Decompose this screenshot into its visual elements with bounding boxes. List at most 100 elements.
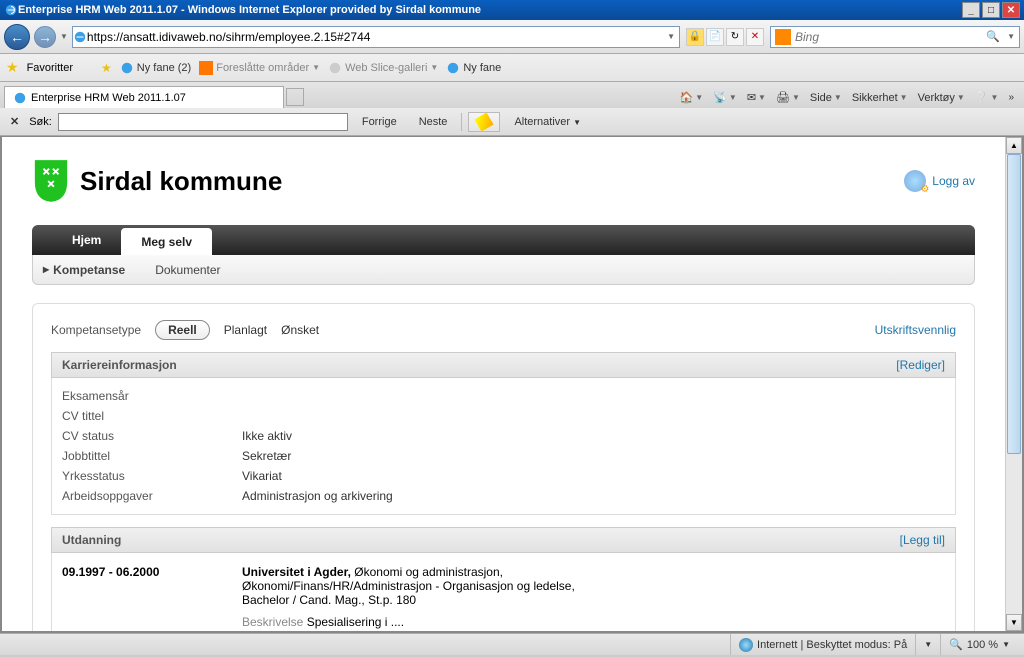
search-dropdown-icon[interactable]: ▼ <box>1003 32 1019 41</box>
content-panel: Kompetansetype Reell Planlagt Ønsket Uts… <box>32 303 975 631</box>
exam-year-value <box>242 389 945 403</box>
favorites-star-icon[interactable]: ★ <box>6 59 19 76</box>
fav-item-webslice[interactable]: Web Slice-galleri ▼ <box>328 61 438 75</box>
scroll-up-icon[interactable]: ▲ <box>1006 137 1022 154</box>
vertical-scrollbar[interactable]: ▲ ▼ <box>1005 137 1022 631</box>
cv-status-label: CV status <box>62 429 242 443</box>
site-header: Sirdal kommune Logg av <box>32 157 975 205</box>
safety-menu[interactable]: Sikkerhet▼ <box>852 92 908 104</box>
print-friendly-link[interactable]: Utskriftsvennlig <box>875 323 956 337</box>
chevron-icon[interactable]: » <box>1008 92 1014 103</box>
stop-button[interactable]: ✕ <box>746 28 764 46</box>
close-button[interactable]: ✕ <box>1002 2 1020 18</box>
feeds-icon[interactable]: 📡▼ <box>713 91 737 104</box>
tasks-value: Administrasjon og arkivering <box>242 489 945 503</box>
forward-button[interactable]: → <box>34 26 56 48</box>
command-bar: 🏠▼ 📡▼ ✉▼ 🖨▼ Side▼ Sikkerhet▼ Verktøy▼ ❔▼… <box>680 91 1020 108</box>
page-menu[interactable]: Side▼ <box>810 92 842 104</box>
cv-title-value <box>242 409 945 423</box>
cv-status-value: Ikke aktiv <box>242 429 945 443</box>
fav-item-nyfane2[interactable]: Ny fane (2) <box>120 61 191 75</box>
pill-wished[interactable]: Ønsket <box>281 323 319 337</box>
url-buttons: 🔒 📄 ↻ ✕ <box>684 28 766 46</box>
pill-real[interactable]: Reell <box>155 320 210 340</box>
mail-icon[interactable]: ✉▼ <box>747 91 766 104</box>
url-dropdown-icon[interactable]: ▼ <box>663 32 679 41</box>
logout-link[interactable]: Logg av <box>904 170 975 192</box>
page-icon <box>328 61 342 75</box>
main-tabs: Hjem Meg selv <box>32 225 975 255</box>
history-dropdown-icon[interactable]: ▼ <box>60 32 68 41</box>
home-icon[interactable]: 🏠▼ <box>680 91 704 104</box>
find-next-button[interactable]: Neste <box>411 114 456 130</box>
exam-year-label: Eksamensår <box>62 389 242 403</box>
back-button[interactable]: ← <box>4 24 30 50</box>
find-options-button[interactable]: Alternativer ▼ <box>506 114 589 130</box>
minimize-button[interactable]: _ <box>962 2 980 18</box>
municipality-shield-icon <box>32 157 70 205</box>
education-dates: 09.1997 - 06.2000 <box>62 565 242 629</box>
site-title: Sirdal kommune <box>80 166 282 197</box>
zone-indicator[interactable]: Internett | Beskyttet modus: På <box>730 634 915 655</box>
find-close-button[interactable]: ✕ <box>6 115 23 128</box>
tab-title: Enterprise HRM Web 2011.1.07 <box>31 92 186 104</box>
protected-mode-dropdown[interactable]: ▼ <box>915 634 940 655</box>
bing-icon <box>775 29 791 45</box>
tab-bar: Enterprise HRM Web 2011.1.07 🏠▼ 📡▼ ✉▼ 🖨▼… <box>0 82 1024 108</box>
education-section-body: 09.1997 - 06.2000 Universitet i Agder, Ø… <box>51 553 956 631</box>
add-favorite-icon[interactable]: ★ <box>101 61 112 75</box>
education-entry: 09.1997 - 06.2000 Universitet i Agder, Ø… <box>62 561 945 631</box>
globe-icon <box>739 638 753 652</box>
job-title-value: Sekretær <box>242 449 945 463</box>
zoom-control[interactable]: 🔍 100 % ▼ <box>940 634 1018 655</box>
refresh-button[interactable]: ↻ <box>726 28 744 46</box>
tools-menu[interactable]: Verktøy▼ <box>918 92 965 104</box>
scroll-thumb[interactable] <box>1007 154 1021 454</box>
pill-planned[interactable]: Planlagt <box>224 323 267 337</box>
maximize-button[interactable]: □ <box>982 2 1000 18</box>
fav-item-suggested[interactable]: Foreslåtte områder ▼ <box>199 61 320 75</box>
compat-icon[interactable]: 📄 <box>706 28 724 46</box>
ie-icon <box>4 3 18 17</box>
highlighter-icon <box>475 112 494 131</box>
subtab-competence[interactable]: ▶Kompetanse <box>43 263 125 277</box>
new-tab-button[interactable] <box>286 88 304 106</box>
career-section-header: Karriereinformasjon [Rediger] <box>51 352 956 378</box>
print-icon[interactable]: 🖨▼ <box>776 91 800 104</box>
status-bar: Internett | Beskyttet modus: På ▼ 🔍 100 … <box>0 633 1024 655</box>
window-titlebar: Enterprise HRM Web 2011.1.07 - Windows I… <box>0 0 1024 20</box>
career-section-body: Eksamensår CV tittel CV statusIkke aktiv… <box>51 378 956 515</box>
find-prev-button[interactable]: Forrige <box>354 114 405 130</box>
window-title: Enterprise HRM Web 2011.1.07 - Windows I… <box>18 4 481 16</box>
fav-item-nyfane[interactable]: Ny fane <box>446 61 501 75</box>
triangle-icon: ▶ <box>43 265 49 274</box>
tab-icon <box>13 91 27 105</box>
search-input[interactable] <box>795 30 983 44</box>
tab-myself[interactable]: Meg selv <box>121 228 212 255</box>
help-icon[interactable]: ❔▼ <box>975 91 999 104</box>
tasks-label: Arbeidsoppgaver <box>62 489 242 503</box>
education-add-link[interactable]: [Legg til] <box>900 533 945 547</box>
scroll-down-icon[interactable]: ▼ <box>1006 614 1022 631</box>
find-label: Søk: <box>29 116 52 128</box>
user-gear-icon <box>904 170 926 192</box>
find-input[interactable] <box>58 113 348 131</box>
search-box[interactable]: 🔍 ▼ <box>770 26 1020 48</box>
search-icon[interactable]: 🔍 <box>983 27 1003 47</box>
lock-icon[interactable]: 🔒 <box>686 28 704 46</box>
suggestion-icon <box>199 61 213 75</box>
favorites-label[interactable]: Favoritter <box>27 62 73 74</box>
competence-type-row: Kompetansetype Reell Planlagt Ønsket Uts… <box>51 320 956 340</box>
career-edit-link[interactable]: [Rediger] <box>896 358 945 372</box>
subtab-documents[interactable]: Dokumenter <box>155 263 220 277</box>
browser-tab[interactable]: Enterprise HRM Web 2011.1.07 <box>4 86 284 108</box>
address-bar[interactable]: ▼ <box>72 26 680 48</box>
page-content: Sirdal kommune Logg av Hjem Meg selv ▶Ko… <box>2 137 1005 631</box>
content-frame: ▲ ▼ Sirdal kommune Logg av Hjem Meg selv… <box>0 136 1024 633</box>
job-title-label: Jobbtittel <box>62 449 242 463</box>
tab-home[interactable]: Hjem <box>52 225 121 255</box>
url-input[interactable] <box>87 30 663 44</box>
favorites-bar: ★ Favoritter ★ Ny fane (2) Foreslåtte om… <box>0 54 1024 82</box>
find-highlight-button[interactable] <box>468 112 500 132</box>
sub-tabs: ▶Kompetanse Dokumenter <box>32 255 975 285</box>
